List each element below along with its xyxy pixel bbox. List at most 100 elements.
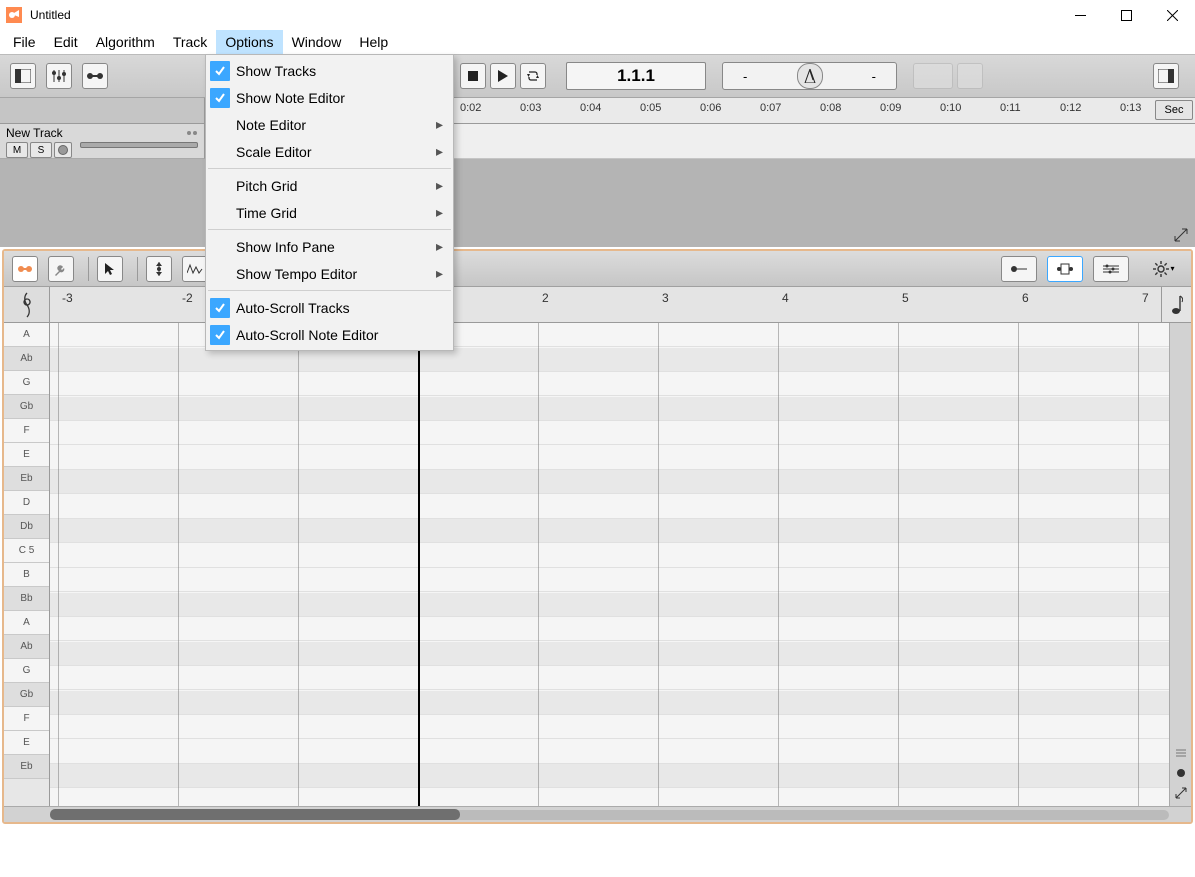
menu-entry-show-tracks[interactable]: Show Tracks — [206, 57, 453, 84]
piano-key[interactable]: C 5 — [4, 539, 49, 563]
piano-key[interactable]: G — [4, 371, 49, 395]
position-display[interactable]: 1.1.1 — [566, 62, 706, 90]
piano-key[interactable]: G — [4, 659, 49, 683]
playhead[interactable] — [418, 323, 420, 806]
bar-line — [58, 323, 59, 806]
piano-key[interactable]: D — [4, 491, 49, 515]
menu-entry-show-tempo-editor[interactable]: Show Tempo Editor▸ — [206, 260, 453, 287]
piano-key[interactable]: Eb — [4, 467, 49, 491]
bar-line — [538, 323, 539, 806]
piano-key[interactable]: Ab — [4, 347, 49, 371]
mixer-toggle-button[interactable] — [46, 63, 72, 89]
time-ruler[interactable]: 0:020:030:040:050:060:070:080:090:100:11… — [0, 98, 1195, 124]
volume-slider[interactable] — [80, 142, 198, 148]
vzoom-icon[interactable] — [1174, 746, 1188, 760]
close-button[interactable] — [1149, 0, 1195, 30]
gear-icon[interactable]: ▾ — [1151, 256, 1177, 282]
nudge-right-button[interactable] — [957, 63, 983, 89]
menu-bar: FileEditAlgorithmTrackOptionsWindowHelp — [0, 30, 1195, 54]
piano-key[interactable]: Gb — [4, 683, 49, 707]
play-button[interactable] — [490, 63, 516, 89]
maximize-button[interactable] — [1103, 0, 1149, 30]
piano-key[interactable]: Bb — [4, 587, 49, 611]
horizontal-scrollbar[interactable] — [4, 806, 1191, 822]
bar-line — [298, 323, 299, 806]
track-settings-icon[interactable] — [186, 128, 198, 138]
time-tick: 0:07 — [760, 102, 781, 114]
grid-row — [50, 446, 1169, 470]
piano-key[interactable]: Db — [4, 515, 49, 539]
menu-separator — [208, 229, 451, 230]
pitch-tool-button[interactable] — [146, 256, 172, 282]
menu-item-options[interactable]: Options — [216, 30, 282, 54]
piano-key[interactable]: Ab — [4, 635, 49, 659]
menu-item-window[interactable]: Window — [283, 30, 351, 54]
loop-button[interactable] — [520, 63, 546, 89]
note-link-button[interactable] — [12, 256, 38, 282]
piano-key[interactable]: A — [4, 611, 49, 635]
view-mode-1-button[interactable] — [1001, 256, 1037, 282]
piano-key[interactable]: Gb — [4, 395, 49, 419]
menu-separator — [208, 290, 451, 291]
hscroll-thumb[interactable] — [50, 809, 460, 820]
menu-entry-note-editor[interactable]: Note Editor ▸ — [206, 111, 453, 138]
clef-icon[interactable] — [4, 287, 50, 322]
menu-entry-label: Note Editor — [236, 117, 306, 133]
menu-entry-auto-scroll-note-editor[interactable]: Auto-Scroll Note Editor — [206, 321, 453, 348]
piano-key[interactable]: Eb — [4, 755, 49, 779]
note-grid[interactable] — [50, 323, 1169, 806]
menu-entry-scale-editor[interactable]: Scale Editor▸ — [206, 138, 453, 165]
menu-item-edit[interactable]: Edit — [45, 30, 87, 54]
menu-entry-label: Show Note Editor — [236, 90, 345, 106]
chevron-right-icon: ▸ — [436, 204, 443, 221]
piano-key[interactable]: E — [4, 731, 49, 755]
metronome-icon[interactable] — [797, 63, 823, 89]
stop-button[interactable] — [460, 63, 486, 89]
menu-entry-pitch-grid[interactable]: Pitch Grid▸ — [206, 172, 453, 199]
link-button[interactable] — [82, 63, 108, 89]
piano-key[interactable]: E — [4, 443, 49, 467]
right-panel-button[interactable] — [1153, 63, 1179, 89]
menu-entry-auto-scroll-tracks[interactable]: Auto-Scroll Tracks — [206, 294, 453, 321]
tempo-display[interactable]: - - — [722, 62, 897, 90]
mute-button[interactable]: M — [6, 142, 28, 158]
menu-entry-show-note-editor[interactable]: Show Note Editor — [206, 84, 453, 111]
chevron-right-icon: ▸ — [436, 116, 443, 133]
tracks-resize-icon[interactable] — [1173, 227, 1189, 243]
note-value-button[interactable] — [1161, 287, 1191, 322]
time-tick: 0:02 — [460, 102, 481, 114]
piano-key[interactable]: F — [4, 707, 49, 731]
nudge-left-button[interactable] — [913, 63, 953, 89]
menu-item-algorithm[interactable]: Algorithm — [87, 30, 164, 54]
solo-button[interactable]: S — [30, 142, 52, 158]
view-mode-2-button[interactable] — [1047, 256, 1083, 282]
view-mode-3-button[interactable] — [1093, 256, 1129, 282]
track-header[interactable]: New Track M S — [0, 124, 205, 159]
tracks-pane: 0:020:030:040:050:060:070:080:090:100:11… — [0, 98, 1195, 247]
menu-entry-label: Time Grid — [236, 205, 297, 221]
scroll-pin-icon[interactable] — [1176, 768, 1186, 778]
note-editor-panel: ▾ -3-2-11234567 AAbGGbFEEbDDbC 5BBbAAbGG… — [2, 249, 1193, 824]
menu-item-track[interactable]: Track — [164, 30, 216, 54]
menu-entry-show-info-pane[interactable]: Show Info Pane▸ — [206, 233, 453, 260]
app-logo-icon — [6, 7, 22, 23]
pointer-tool-button[interactable] — [97, 256, 123, 282]
piano-key[interactable]: A — [4, 323, 49, 347]
time-unit-button[interactable]: Sec — [1155, 100, 1193, 120]
note-editor-ruler[interactable]: -3-2-11234567 — [4, 287, 1191, 323]
menu-item-help[interactable]: Help — [350, 30, 397, 54]
piano-key[interactable]: B — [4, 563, 49, 587]
resize-icon[interactable] — [1174, 786, 1188, 800]
bar-number: 2 — [542, 291, 549, 305]
record-arm-button[interactable] — [54, 142, 72, 158]
bar-line — [1138, 323, 1139, 806]
vertical-scrollbar[interactable] — [1169, 323, 1191, 806]
menu-item-file[interactable]: File — [4, 30, 45, 54]
panel-toggle-button[interactable] — [10, 63, 36, 89]
menu-entry-time-grid[interactable]: Time Grid ▸ — [206, 199, 453, 226]
piano-key[interactable]: F — [4, 419, 49, 443]
piano-key-column[interactable]: AAbGGbFEEbDDbC 5BBbAAbGGbFEEb — [4, 323, 50, 806]
chevron-right-icon: ▸ — [436, 265, 443, 282]
wrench-button[interactable] — [48, 256, 74, 282]
minimize-button[interactable] — [1057, 0, 1103, 30]
